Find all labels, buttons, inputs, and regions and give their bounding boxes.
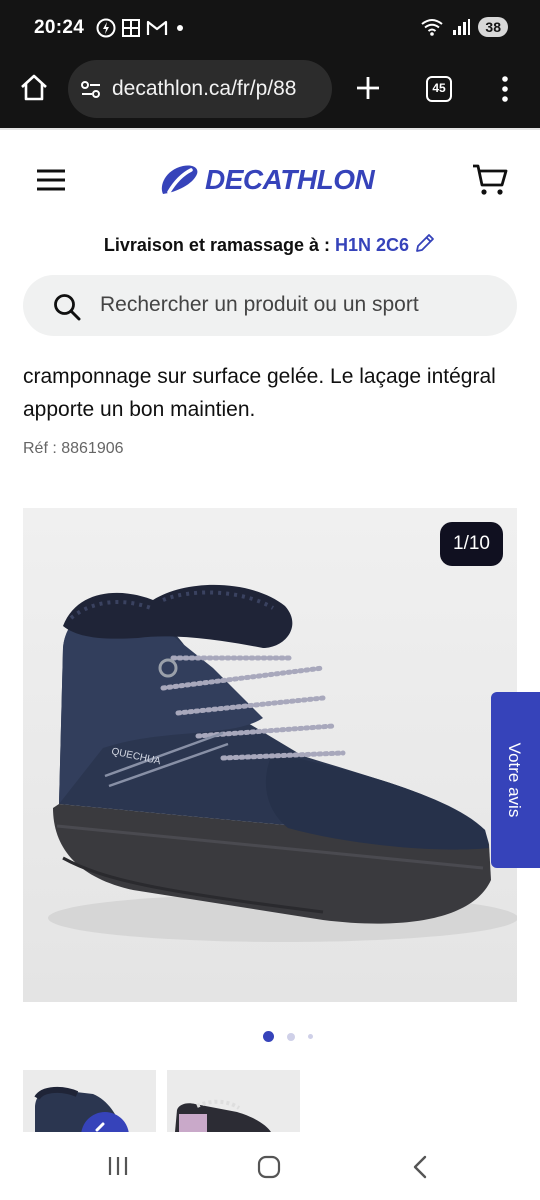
thumbnail-1[interactable] (23, 1070, 156, 1132)
address-bar[interactable]: decathlon.ca/fr/p/88 (68, 60, 332, 118)
carousel-dot[interactable] (287, 1032, 295, 1041)
site-settings-icon[interactable] (80, 79, 102, 101)
back-icon[interactable] (410, 1154, 430, 1180)
dot-icon (177, 25, 183, 31)
home-button-icon[interactable] (256, 1154, 282, 1180)
status-bar: 20:24 38 (0, 0, 540, 58)
tab-switcher-button[interactable]: 45 (426, 76, 452, 102)
browser-toolbar: decathlon.ca/fr/p/88 45 (0, 58, 540, 128)
cart-icon[interactable] (472, 163, 508, 197)
recent-apps-icon[interactable] (106, 1154, 130, 1178)
wifi-icon (421, 19, 444, 36)
carousel-dot[interactable] (308, 1034, 313, 1039)
edit-pencil-icon[interactable] (414, 232, 436, 254)
thumbnail-image (34, 1086, 129, 1132)
search-bar[interactable]: Rechercher un produit ou un sport (23, 275, 517, 336)
uniqlo-icon (122, 19, 140, 37)
thumbnail-2[interactable] (167, 1070, 300, 1132)
menu-icon[interactable] (36, 168, 66, 192)
product-image: QUECHUA (23, 508, 517, 1002)
site-header: DECATHLON (0, 128, 540, 228)
decathlon-logo-icon (161, 165, 198, 194)
brand-name: DECATHLON (205, 164, 375, 195)
system-icons: 38 (420, 17, 508, 37)
status-time: 20:24 (34, 17, 85, 38)
product-image-gallery[interactable]: QUECHUA 1/10 (23, 508, 517, 1002)
feedback-label[interactable]: Votre avis (504, 743, 524, 818)
product-reference: Réf : 8861906 (23, 440, 124, 457)
image-counter: 1/10 (440, 522, 503, 566)
carousel-dots (263, 1031, 313, 1042)
product-description: cramponnage sur surface gelée. Le laçage… (23, 365, 496, 421)
search-icon (54, 294, 81, 321)
decathlon-logo[interactable]: DECATHLON (157, 162, 375, 198)
notification-icons (96, 18, 186, 38)
screen: 20:24 38 decathlon.ca/fr/p/88 45 DECATHL… (0, 0, 540, 1200)
carousel-dot-active[interactable] (263, 1031, 274, 1042)
home-icon[interactable] (19, 73, 49, 103)
signal-icon (453, 19, 471, 35)
postal-code[interactable]: H1N 2C6 (335, 235, 409, 255)
url-text: decathlon.ca/fr/p/88 (112, 77, 297, 100)
thumbnail-image (175, 1099, 271, 1132)
search-input[interactable]: Rechercher un produit ou un sport (100, 293, 419, 317)
battery-indicator: 38 (478, 17, 508, 37)
speed-icon (96, 18, 116, 38)
delivery-label: Livraison et ramassage à : (103, 235, 331, 255)
delivery-location[interactable]: Livraison et ramassage à : H1N 2C6 (0, 232, 540, 256)
system-navigation-bar (0, 1132, 540, 1200)
gmail-icon (146, 20, 168, 35)
more-options-icon[interactable] (499, 74, 511, 104)
new-tab-icon[interactable] (355, 75, 381, 101)
